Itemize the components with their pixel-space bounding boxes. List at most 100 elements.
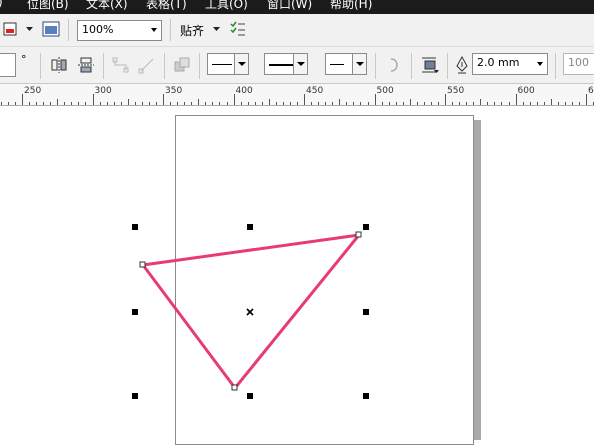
ruler-tick bbox=[346, 102, 348, 105]
line-style-selector[interactable] bbox=[264, 53, 308, 75]
ruler-tick bbox=[494, 102, 496, 105]
line-preview bbox=[212, 64, 232, 65]
chevron-down-icon bbox=[293, 54, 307, 74]
ruler-label: 400 bbox=[235, 86, 253, 96]
start-arrowhead-selector[interactable] bbox=[207, 53, 249, 75]
ruler-tick bbox=[579, 102, 580, 105]
selection-handle-bottom-right[interactable] bbox=[363, 393, 369, 399]
ruler-tick bbox=[177, 102, 179, 105]
ruler-tick bbox=[438, 102, 439, 105]
menu-text[interactable]: 文本(X) bbox=[86, 0, 128, 12]
snap-to-button[interactable]: 贴齐 bbox=[180, 22, 204, 39]
ruler-tick bbox=[14, 102, 16, 105]
ruler-tick bbox=[487, 102, 489, 105]
ruler-label: 250 bbox=[24, 86, 42, 96]
toolbar-separator bbox=[411, 53, 412, 79]
selection-layer[interactable] bbox=[0, 106, 594, 433]
ruler-tick bbox=[304, 94, 305, 105]
ruler-tick bbox=[198, 99, 200, 105]
outline-width-combo[interactable]: 2.0 mm bbox=[472, 53, 548, 75]
property-bar: ° 2.0 mm 100 bbox=[0, 47, 594, 84]
ruler-tick bbox=[381, 102, 383, 105]
menu-tools[interactable]: 工具(O) bbox=[205, 0, 248, 12]
ruler-tick bbox=[247, 102, 249, 105]
ruler-tick bbox=[233, 94, 235, 105]
ruler-tick bbox=[353, 102, 355, 105]
ruler-label: 500 bbox=[376, 86, 394, 96]
ruler-tick bbox=[318, 102, 320, 105]
selection-handle-top-right[interactable] bbox=[363, 224, 369, 230]
ruler-tick bbox=[85, 102, 87, 105]
menu-help[interactable]: 帮助(H) bbox=[330, 0, 372, 12]
ruler-tick bbox=[543, 102, 545, 105]
publish-dropdown-icon[interactable] bbox=[26, 27, 34, 33]
end-arrowhead-selector[interactable] bbox=[325, 53, 367, 75]
ruler-tick bbox=[212, 102, 214, 105]
selection-handle-bottom-center[interactable] bbox=[247, 393, 253, 399]
menu-bitmap[interactable]: 位图(B) bbox=[27, 0, 69, 12]
wrap-text-icon[interactable] bbox=[420, 55, 440, 75]
ruler-tick bbox=[134, 102, 136, 105]
ruler-tick bbox=[416, 102, 418, 105]
ruler-label: 300 bbox=[94, 86, 112, 96]
application-launcher-icon[interactable] bbox=[42, 21, 60, 37]
value-field[interactable]: 100 bbox=[563, 53, 594, 75]
ruler-tick bbox=[64, 102, 66, 105]
ruler-tick bbox=[515, 94, 517, 105]
line-preview bbox=[330, 64, 344, 65]
toolbar-separator bbox=[447, 53, 448, 79]
ruler-tick bbox=[571, 102, 573, 105]
node-handle[interactable] bbox=[231, 384, 238, 391]
ruler-tick bbox=[268, 99, 270, 105]
chevron-down-icon bbox=[352, 54, 366, 74]
selection-handle-bottom-left[interactable] bbox=[132, 393, 138, 399]
selection-handle-top-left[interactable] bbox=[132, 224, 138, 230]
outline-pen-icon bbox=[456, 56, 468, 74]
toolbar-separator bbox=[199, 53, 200, 79]
ruler-tick bbox=[311, 102, 313, 105]
ruler-tick bbox=[99, 102, 101, 105]
ruler-tick bbox=[339, 99, 341, 105]
close-curve-icon bbox=[390, 58, 398, 72]
drawing-canvas[interactable] bbox=[0, 106, 594, 445]
node-handle[interactable] bbox=[139, 261, 146, 268]
ruler-tick bbox=[409, 99, 411, 105]
connector-step-icon bbox=[112, 57, 129, 73]
selection-handle-top-center[interactable] bbox=[247, 224, 253, 230]
options-checklist-icon[interactable] bbox=[230, 21, 246, 37]
ruler-label: 550 bbox=[447, 86, 465, 96]
publish-pdf-icon[interactable] bbox=[2, 21, 18, 37]
ruler-tick bbox=[557, 102, 559, 105]
horizontal-ruler[interactable]: 250 300 350 400 450 500 550 600 65 bbox=[0, 84, 594, 106]
toolbar-separator bbox=[170, 19, 171, 41]
menu-table[interactable]: 表格(T) bbox=[146, 0, 187, 12]
selection-handle-middle-right[interactable] bbox=[363, 309, 369, 315]
convert-to-curves-icon bbox=[174, 57, 190, 72]
mirror-horizontal-icon[interactable] bbox=[50, 56, 68, 74]
ruler-tick bbox=[50, 102, 52, 105]
value-field-text: 100 bbox=[568, 56, 589, 69]
rotation-angle-input[interactable] bbox=[0, 53, 16, 77]
ruler-tick bbox=[205, 102, 207, 105]
ruler-tick bbox=[120, 102, 122, 105]
ruler-tick bbox=[22, 94, 23, 105]
ruler-tick bbox=[92, 94, 94, 105]
menu-window[interactable]: 窗口(W) bbox=[267, 0, 312, 12]
outline-width-value: 2.0 mm bbox=[477, 56, 520, 69]
line-preview bbox=[269, 64, 293, 66]
ruler-tick bbox=[297, 102, 298, 105]
ruler-tick bbox=[7, 102, 9, 105]
ruler-label: 350 bbox=[165, 86, 183, 96]
ruler-tick bbox=[289, 102, 291, 105]
ruler-label: 450 bbox=[306, 86, 324, 96]
selection-handle-middle-left[interactable] bbox=[132, 309, 138, 315]
node-handle[interactable] bbox=[355, 231, 362, 238]
ruler-tick bbox=[395, 102, 397, 105]
mirror-vertical-icon[interactable] bbox=[77, 56, 95, 74]
snap-dropdown-icon[interactable] bbox=[213, 27, 221, 33]
ruler-tick bbox=[57, 99, 59, 105]
ruler-tick bbox=[275, 102, 277, 105]
ruler-tick bbox=[367, 102, 369, 105]
zoom-combo[interactable]: 100% bbox=[77, 20, 162, 41]
ruler-label: 65 bbox=[588, 86, 594, 96]
